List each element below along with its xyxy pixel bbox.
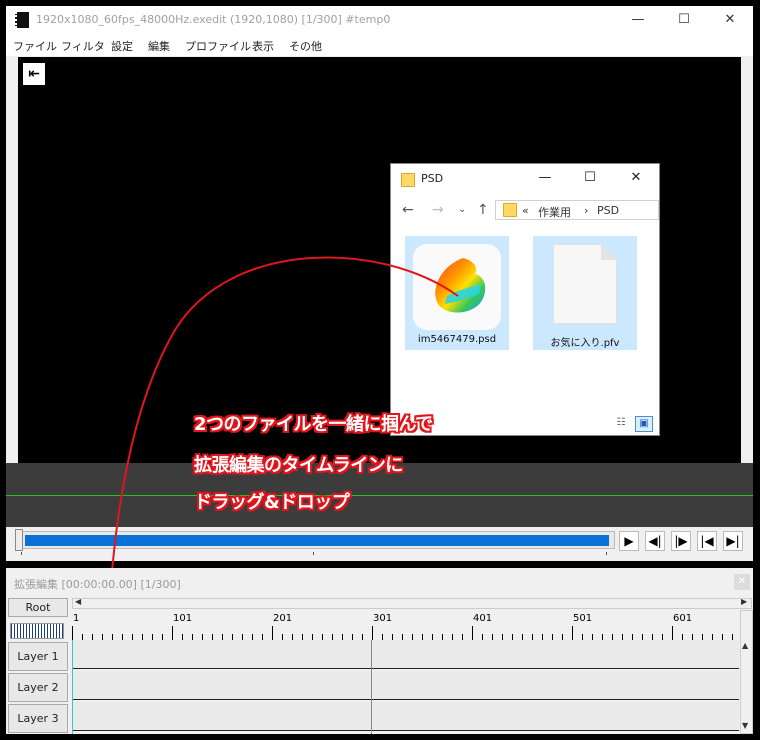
ruler-label: 601	[673, 613, 693, 624]
scroll-left-icon[interactable]: ◀	[75, 597, 81, 606]
timeline-title: 拡張編集 [00:00:00.00] [1/300]	[14, 578, 181, 591]
timeline-window: 拡張編集 [00:00:00.00] [1/300] ✕ Root ◀ ▶ 1 …	[6, 568, 753, 734]
annotation-line-2: 拡張編集のタイムラインに	[194, 455, 403, 476]
layer-track-1[interactable]	[72, 640, 739, 669]
ruler-tick	[672, 626, 673, 640]
frame-marker-line	[371, 640, 372, 734]
layer-header-1[interactable]: Layer 1	[8, 642, 68, 671]
scroll-up-icon[interactable]: ▲	[742, 641, 748, 650]
ruler-label: 101	[173, 613, 193, 624]
ruler-label: 1	[73, 613, 80, 624]
playhead-line[interactable]	[72, 640, 73, 734]
scroll-down-icon[interactable]: ▼	[742, 721, 748, 730]
annotation-line-3: ドラッグ&ドロップ	[194, 492, 350, 513]
layer-header-2[interactable]: Layer 2	[8, 673, 68, 702]
root-button[interactable]: Root	[8, 598, 68, 617]
vertical-scrollbar[interactable]: ▲ ▼	[740, 610, 753, 734]
audio-wave-icon[interactable]	[10, 623, 64, 639]
layer-track-3[interactable]	[72, 702, 739, 731]
timeline-ruler[interactable]: 1 101 201 301 401 501 601	[72, 610, 739, 640]
ruler-label: 501	[573, 613, 593, 624]
layer-header-3[interactable]: Layer 3	[8, 704, 68, 733]
horizontal-scrollbar[interactable]: ◀ ▶	[72, 597, 752, 609]
annotation-line-1: 2つのファイルを一緒に掴んで	[194, 414, 433, 435]
ruler-tick	[572, 626, 573, 640]
layer-track-2[interactable]	[72, 671, 739, 700]
timeline-close-button[interactable]: ✕	[734, 574, 750, 590]
ruler-label: 201	[273, 613, 293, 624]
scroll-right-icon[interactable]: ▶	[741, 597, 747, 606]
ruler-tick	[172, 626, 173, 640]
ruler-tick	[272, 626, 273, 640]
ruler-tick	[372, 626, 373, 640]
ruler-tick	[72, 626, 73, 640]
ruler-label: 301	[373, 613, 393, 624]
ruler-tick	[472, 626, 473, 640]
ruler-label: 401	[473, 613, 493, 624]
